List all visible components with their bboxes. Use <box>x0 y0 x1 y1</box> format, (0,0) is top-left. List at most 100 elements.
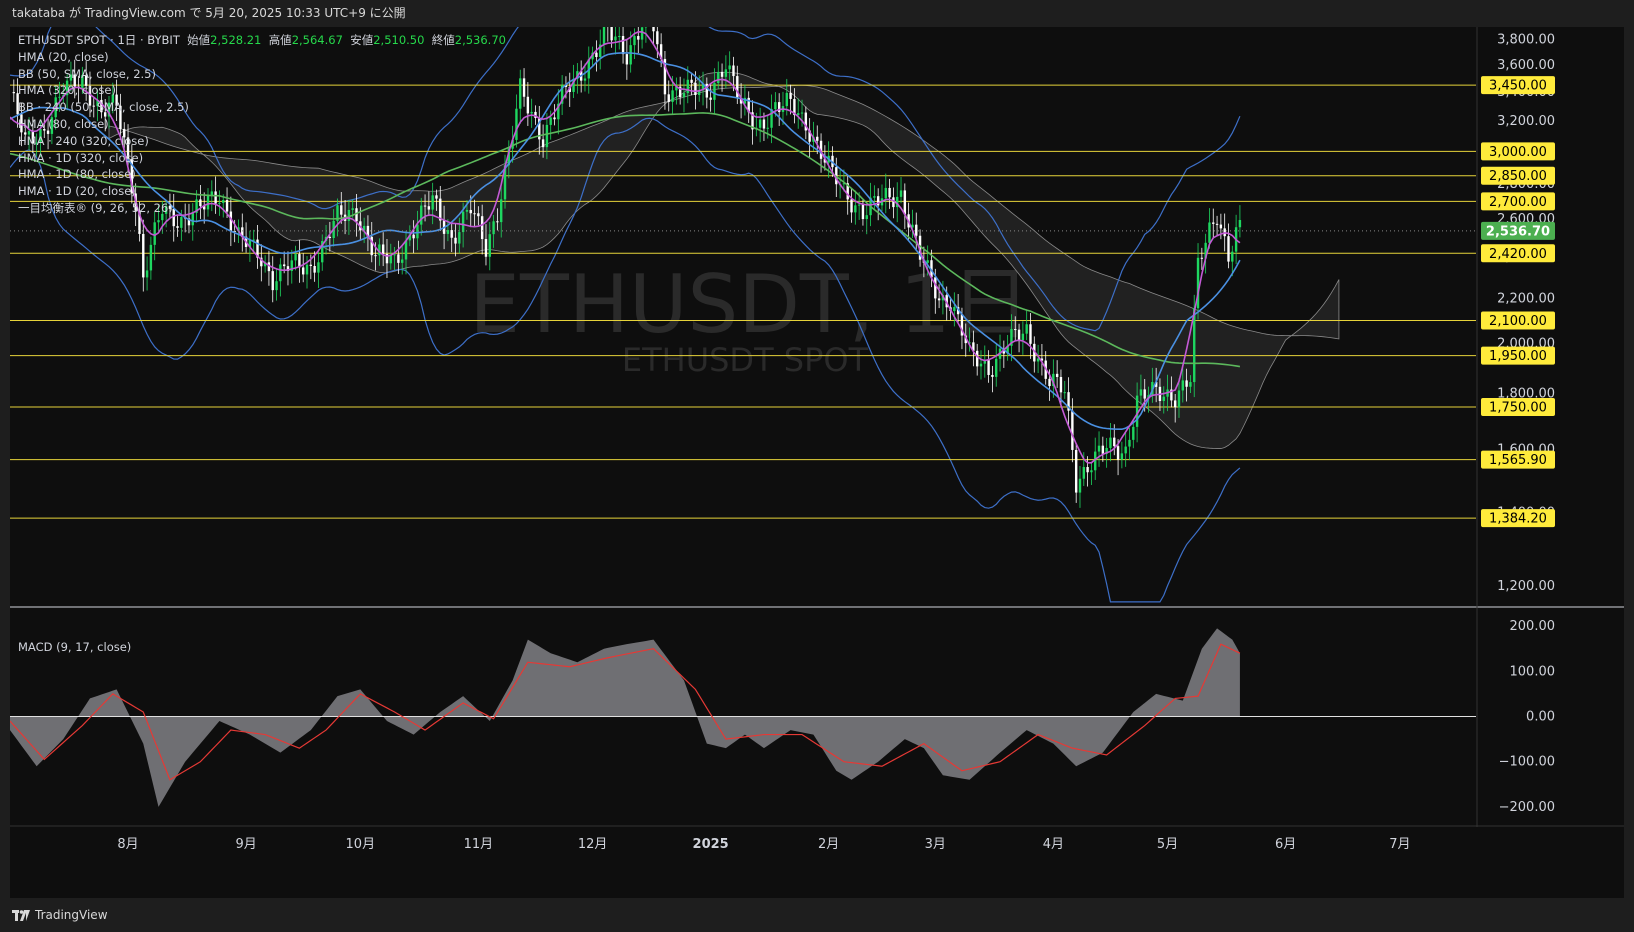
candle-body <box>1113 437 1116 447</box>
candle-body <box>785 92 788 107</box>
indicator-bb-240[interactable]: BB · 240 (50, SMA, close, 2.5) <box>18 99 506 116</box>
candle-body <box>934 277 937 299</box>
price-tick-label: 3,600.00 <box>1497 58 1555 73</box>
candle-body <box>142 233 145 278</box>
candle-body <box>583 78 587 81</box>
candle-body <box>656 31 659 45</box>
indicator-hma-1d-320[interactable]: HMA · 1D (320, close) <box>18 150 506 167</box>
candle-body <box>1078 478 1082 493</box>
indicator-hma-240-320[interactable]: HMA · 240 (320, close) <box>18 133 506 150</box>
candle-body <box>995 358 998 377</box>
publish-header: takataba が TradingView.com で 5月 20, 2025… <box>0 0 1634 27</box>
candle-body <box>1189 382 1192 387</box>
level-badge-label: 3,000.00 <box>1489 145 1547 160</box>
candle-body <box>404 240 408 260</box>
candle-body <box>690 79 693 83</box>
candle-body <box>484 239 488 257</box>
candle-body <box>1029 324 1032 344</box>
candle-body <box>987 360 990 375</box>
candle-body <box>309 264 313 266</box>
candle-body <box>621 36 625 55</box>
time-tick-label: 7月 <box>1389 837 1410 852</box>
level-badge-label: 2,700.00 <box>1489 195 1547 210</box>
macd-tick-label: 100.00 <box>1510 664 1556 679</box>
candle-body <box>1128 439 1131 447</box>
high-value: 2,564.67 <box>291 33 343 47</box>
candle-body <box>686 79 689 94</box>
open-value: 2,528.21 <box>210 33 262 47</box>
candle-body <box>789 92 792 99</box>
candle-body <box>610 26 613 41</box>
candle-body <box>389 255 392 264</box>
level-badge-label: 2,850.00 <box>1489 169 1547 184</box>
indicator-hma-1d-20[interactable]: HMA · 1D (20, close) <box>18 183 506 200</box>
macd-tick-label: −200.00 <box>1499 800 1555 815</box>
candle-body <box>1200 257 1204 259</box>
candle-body <box>991 374 994 377</box>
candle-body <box>157 220 160 223</box>
candle-body <box>979 363 983 367</box>
candle-body <box>180 217 183 228</box>
candle-body <box>522 78 526 97</box>
candle-body <box>1017 329 1021 341</box>
level-badge-label: 2,100.00 <box>1489 314 1547 329</box>
footer: TradingView <box>0 898 1634 932</box>
candle-body <box>401 259 404 263</box>
candle-body <box>328 236 332 239</box>
time-tick-label: 3月 <box>925 837 946 852</box>
candle-body <box>671 90 674 102</box>
candle-body <box>496 221 499 223</box>
candle-body <box>1021 333 1025 341</box>
candle-body <box>758 119 762 128</box>
low-label: 安値 <box>350 33 374 47</box>
candle-body <box>1208 222 1211 243</box>
candle-body <box>1082 467 1085 479</box>
close-value: 2,536.70 <box>454 33 506 47</box>
candle-body <box>637 36 640 40</box>
level-badge-label: 1,565.90 <box>1489 453 1547 468</box>
candle-body <box>732 65 735 77</box>
candle-body <box>1025 324 1028 334</box>
indicator-ichimoku[interactable]: 一目均衡表® (9, 26, 52, 26) <box>18 200 506 217</box>
level-badge-label: 2,420.00 <box>1489 247 1547 262</box>
indicator-bb-50[interactable]: BB (50, SMA, close, 2.5) <box>18 66 506 83</box>
time-tick-label: 12月 <box>578 837 608 852</box>
indicator-hma-320[interactable]: HMA (320, close) <box>18 82 506 99</box>
tradingview-logo-icon <box>12 909 30 921</box>
candle-body <box>953 307 956 312</box>
candle-body <box>1059 376 1063 393</box>
candle-body <box>545 124 549 148</box>
candle-body <box>1090 470 1093 473</box>
candle-body <box>302 267 305 275</box>
candle-body <box>1177 390 1181 408</box>
candle-body <box>176 226 179 228</box>
candle-body <box>975 350 979 367</box>
high-label: 高値 <box>268 33 292 47</box>
indicator-hma-1d-80[interactable]: HMA · 1D (80, close) <box>18 166 506 183</box>
candle-body <box>713 83 716 100</box>
tradingview-brand[interactable]: TradingView <box>12 908 108 922</box>
indicator-hma-20[interactable]: HMA (20, close) <box>18 49 506 66</box>
candle-body <box>1212 222 1215 224</box>
candle-body <box>381 244 385 254</box>
candle-body <box>279 264 282 282</box>
candle-body <box>850 199 853 213</box>
candle-body <box>861 204 865 220</box>
candle-body <box>1116 446 1120 460</box>
candle-body <box>865 215 868 220</box>
candle-body <box>717 71 720 84</box>
candle-body <box>602 25 606 45</box>
time-tick-label: 8月 <box>117 837 138 852</box>
indicator-hma-80[interactable]: HMA (80, close) <box>18 116 506 133</box>
candle-body <box>1014 329 1017 331</box>
candle-body <box>667 94 670 102</box>
candle-body <box>1124 446 1127 454</box>
macd-legend[interactable]: MACD (9, 17, close) <box>18 640 131 654</box>
candle-body <box>454 237 457 244</box>
candle-body <box>488 234 491 257</box>
candle-body <box>1231 251 1234 262</box>
candle-body <box>1074 449 1078 493</box>
candle-body <box>153 222 156 245</box>
candle-body <box>614 36 617 41</box>
price-tick-label: 1,200.00 <box>1497 579 1555 594</box>
